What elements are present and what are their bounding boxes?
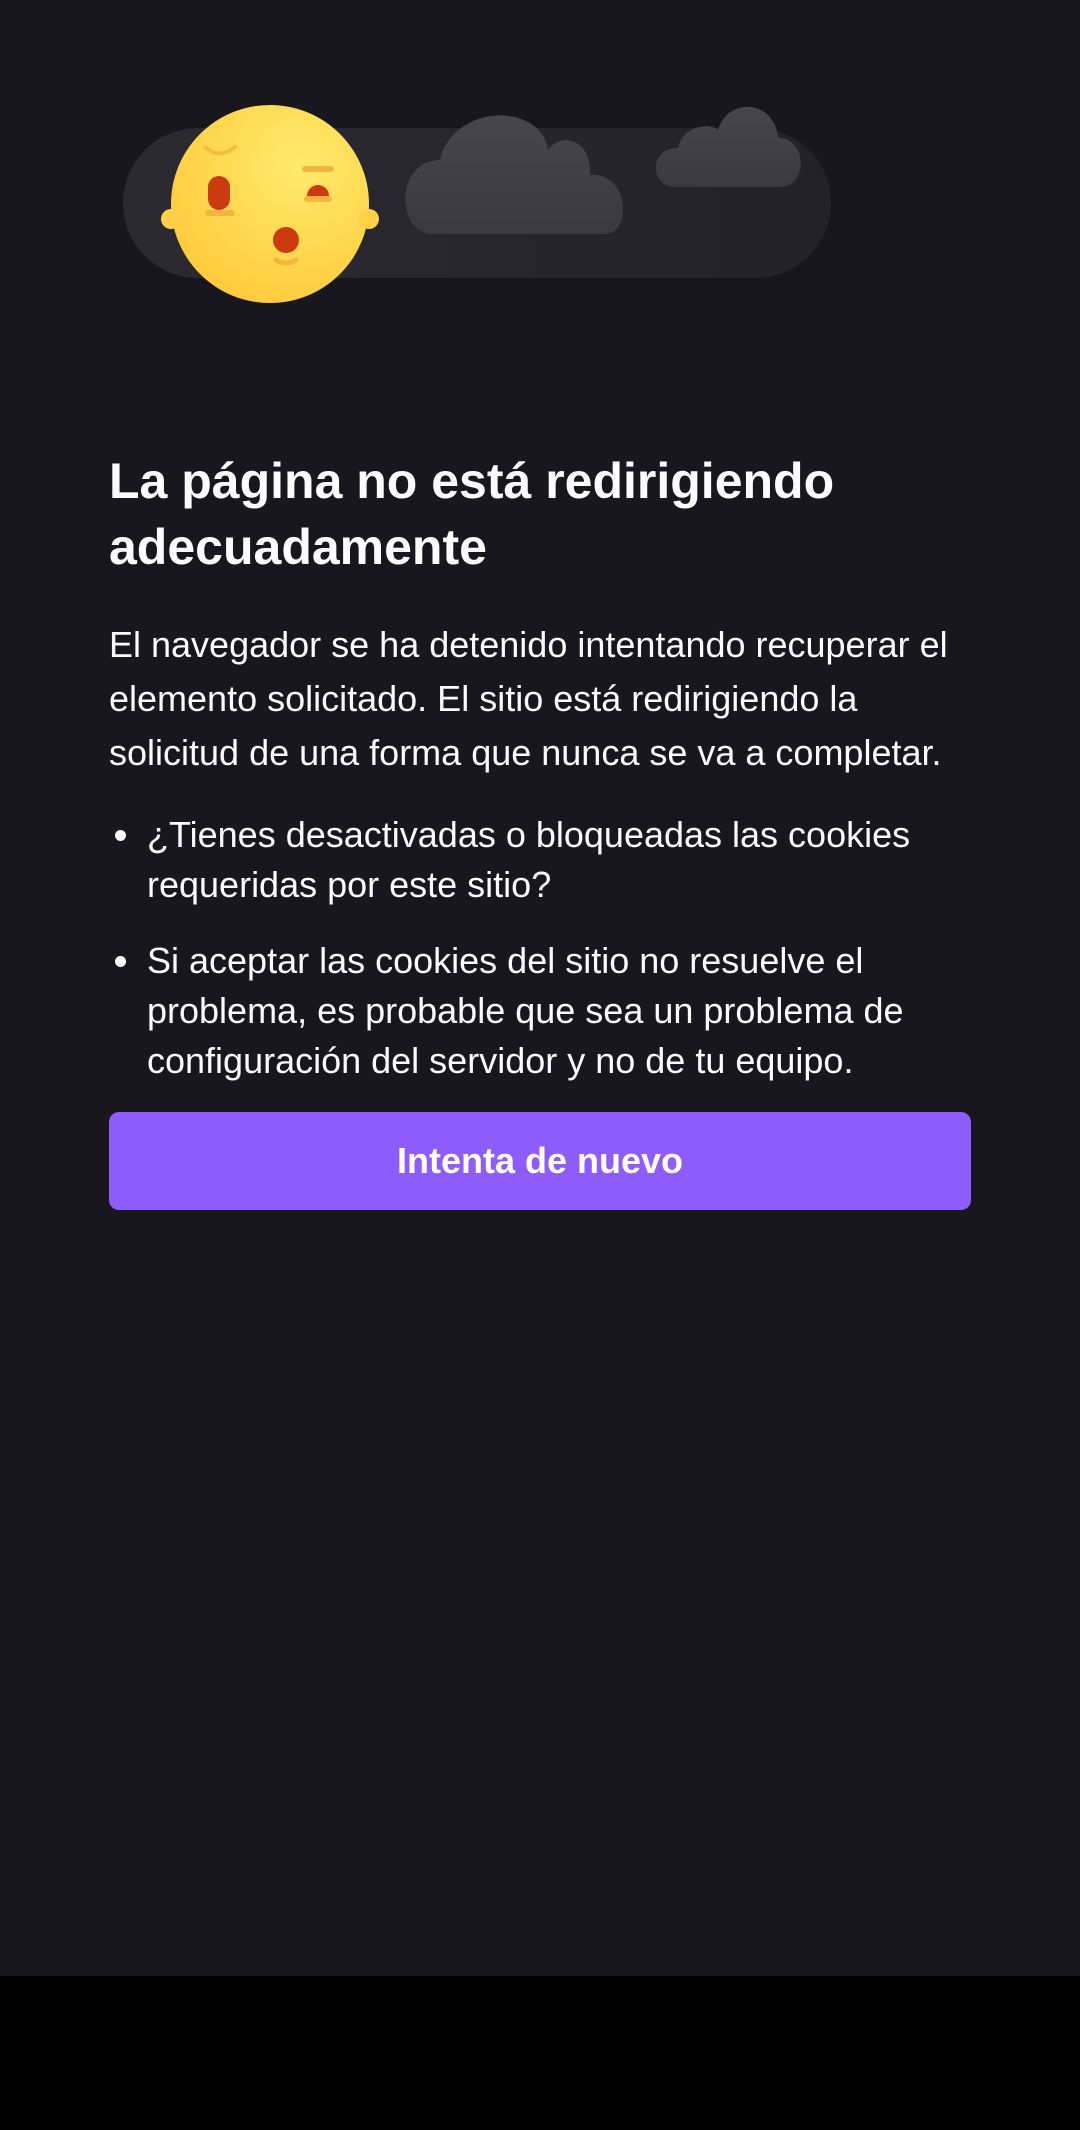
bullet-icon <box>115 830 126 841</box>
system-navigation-area <box>0 1976 1080 2130</box>
sleepy-moon-clouds-icon <box>123 105 831 303</box>
suggestion-text: ¿Tienes desactivadas o bloqueadas las co… <box>147 814 911 905</box>
suggestion-text: Si aceptar las cookies del sitio no resu… <box>147 940 904 1081</box>
error-description: El navegador se ha detenido intentando r… <box>109 624 948 773</box>
bullet-icon <box>115 956 126 967</box>
error-title: La página no está redirigiendo adecuadam… <box>109 453 835 575</box>
error-content: La página no está redirigiendo adecuadam… <box>109 448 971 1210</box>
list-item: Si aceptar las cookies del sitio no resu… <box>109 936 971 1086</box>
error-page: La página no está redirigiendo adecuadam… <box>0 0 1080 1976</box>
list-item: ¿Tienes desactivadas o bloqueadas las co… <box>109 810 971 910</box>
suggestion-list: ¿Tienes desactivadas o bloqueadas las co… <box>109 810 971 1086</box>
try-again-button[interactable]: Intenta de nuevo <box>109 1112 971 1210</box>
